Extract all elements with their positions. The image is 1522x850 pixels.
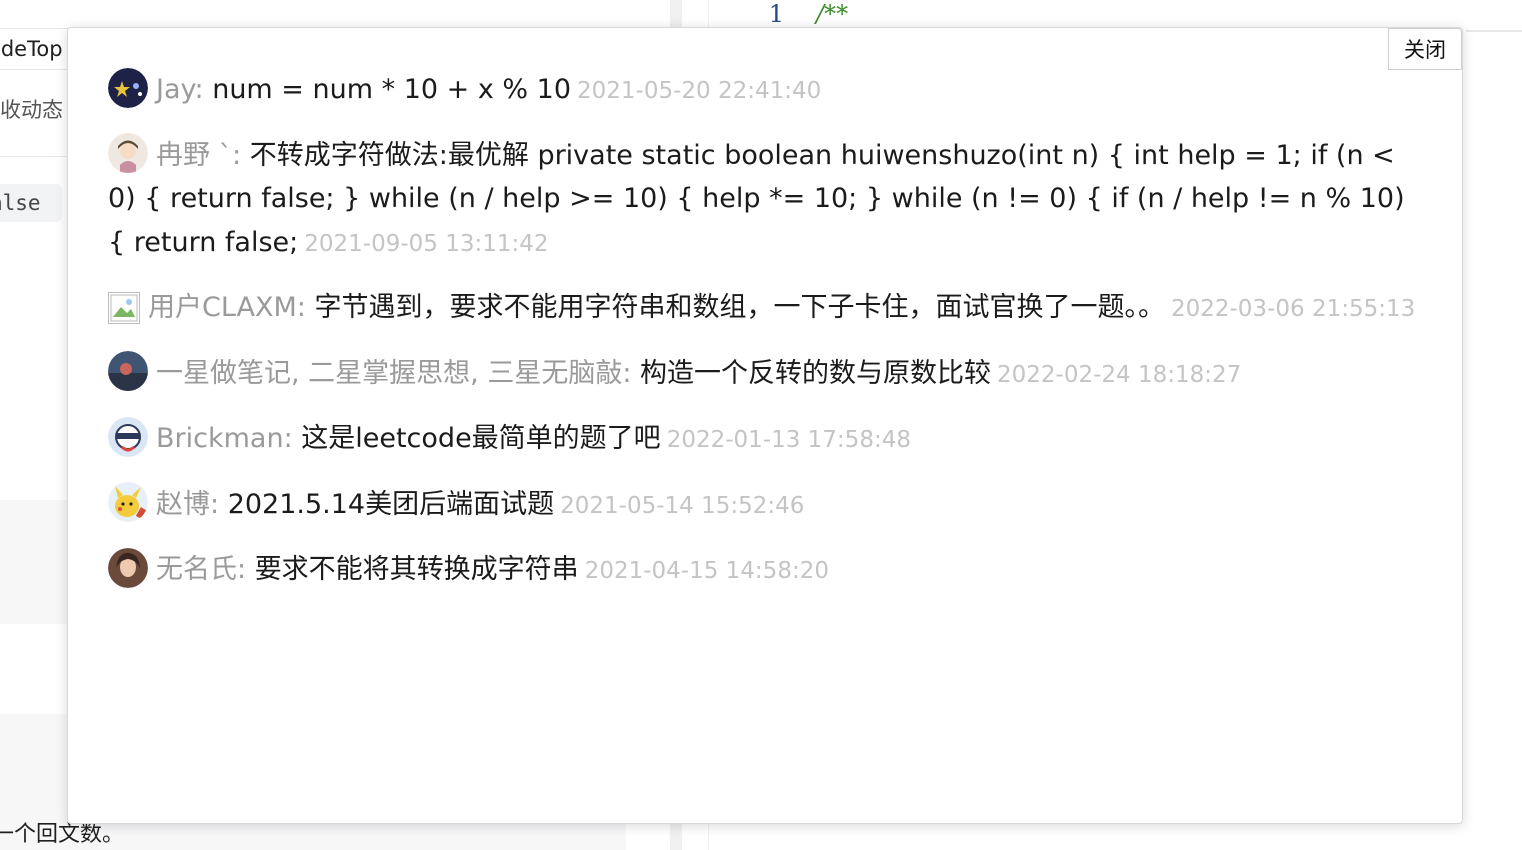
page: odeTop 收动态 alse 一个回文数。 1 /** 关闭 J (0, 0, 1522, 850)
close-button[interactable]: 关闭 (1388, 28, 1462, 70)
problem-description: 一个回文数。 (0, 820, 132, 850)
comment-text: 这是leetcode最简单的题了吧 (301, 423, 661, 454)
comment-item: 无名氏: 要求不能将其转换成字符串 2021-04-15 14:58:20 (108, 547, 1416, 594)
comment-time: 2021-04-15 14:58:20 (584, 558, 829, 584)
problem-title: odeTop (0, 28, 72, 70)
code-snippet: alse (0, 184, 62, 222)
comment-author: 用户CLAXM: (148, 292, 315, 323)
comment-list: Jay: num = num * 10 + x % 10 2021-05-20 2… (108, 67, 1416, 614)
avatar (108, 547, 148, 588)
line-number: 1 (768, 0, 784, 28)
comment-text: 2021.5.14美团后端面试题 (227, 488, 555, 520)
comment-item: Jay: num = num * 10 + x % 10 2021-05-20 2… (108, 67, 1416, 114)
avatar (108, 482, 148, 522)
avatar (108, 67, 148, 108)
code-snippet-text: alse (0, 191, 41, 215)
comment-item: Brickman: 这是leetcode最简单的题了吧 2022-01-13 17… (108, 416, 1416, 463)
problem-subtitle[interactable]: 收动态 (0, 90, 72, 130)
comment-author: 无名氏: (156, 554, 255, 585)
comment-time: 2021-09-05 13:11:42 (304, 230, 549, 257)
comment-author: 赵博: (156, 488, 228, 520)
comment-author: 一星做笔记, 二星掌握思想, 三星无脑敲: (156, 357, 641, 389)
comment-text: 构造一个反转的数与原数比较 (640, 357, 992, 389)
problem-subtitle-text: 收动态 (0, 98, 63, 122)
comment-time: 2021-05-20 22:41:40 (577, 78, 822, 104)
problem-description-text: 一个回文数。 (0, 822, 125, 847)
comment-time: 2022-02-24 18:18:27 (997, 361, 1242, 388)
problem-title-text: odeTop (0, 37, 63, 61)
comment-item: 赵博: 2021.5.14美团后端面试题 2021-05-14 15:52:46 (108, 482, 1416, 529)
comment-author: 冉野 `: (156, 139, 250, 171)
comment-item: 用户CLAXM: 字节遇到，要求不能用字符串和数组，一下子卡住，面试官换了一题。… (108, 286, 1416, 332)
comment-item: 冉野 `: 不转成字符做法:最优解 private static boolean… (108, 133, 1416, 267)
divider (0, 156, 72, 157)
avatar (108, 416, 148, 457)
avatar (108, 133, 148, 173)
comment-time: 2022-01-13 17:58:48 (666, 427, 911, 453)
comments-modal: 关闭 Jay: num = num * 10 + x % 10 2021-05-2… (67, 27, 1463, 824)
avatar (108, 351, 148, 391)
comment-author: Jay: (156, 74, 213, 105)
comment-item: 一星做笔记, 二星掌握思想, 三星无脑敲: 构造一个反转的数与原数比较 2022-… (108, 351, 1416, 398)
comment-time: 2021-05-14 15:52:46 (560, 492, 805, 519)
comment-author: Brickman: (156, 423, 302, 454)
code-line[interactable]: /** (816, 0, 848, 28)
editor-current-line (1466, 30, 1522, 32)
example-block (0, 500, 72, 624)
comment-text: 不转成字符做法:最优解 private static boolean huiwe… (108, 139, 1405, 258)
comment-text: 字节遇到，要求不能用字符串和数组，一下子卡住，面试官换了一题。。 (314, 292, 1165, 323)
broken-image-icon (108, 291, 140, 324)
comment-time: 2022-03-06 21:55:13 (1170, 296, 1416, 322)
comment-text: 要求不能将其转换成字符串 (254, 554, 579, 585)
comment-text: num = num * 10 + x % 10 (212, 74, 572, 105)
